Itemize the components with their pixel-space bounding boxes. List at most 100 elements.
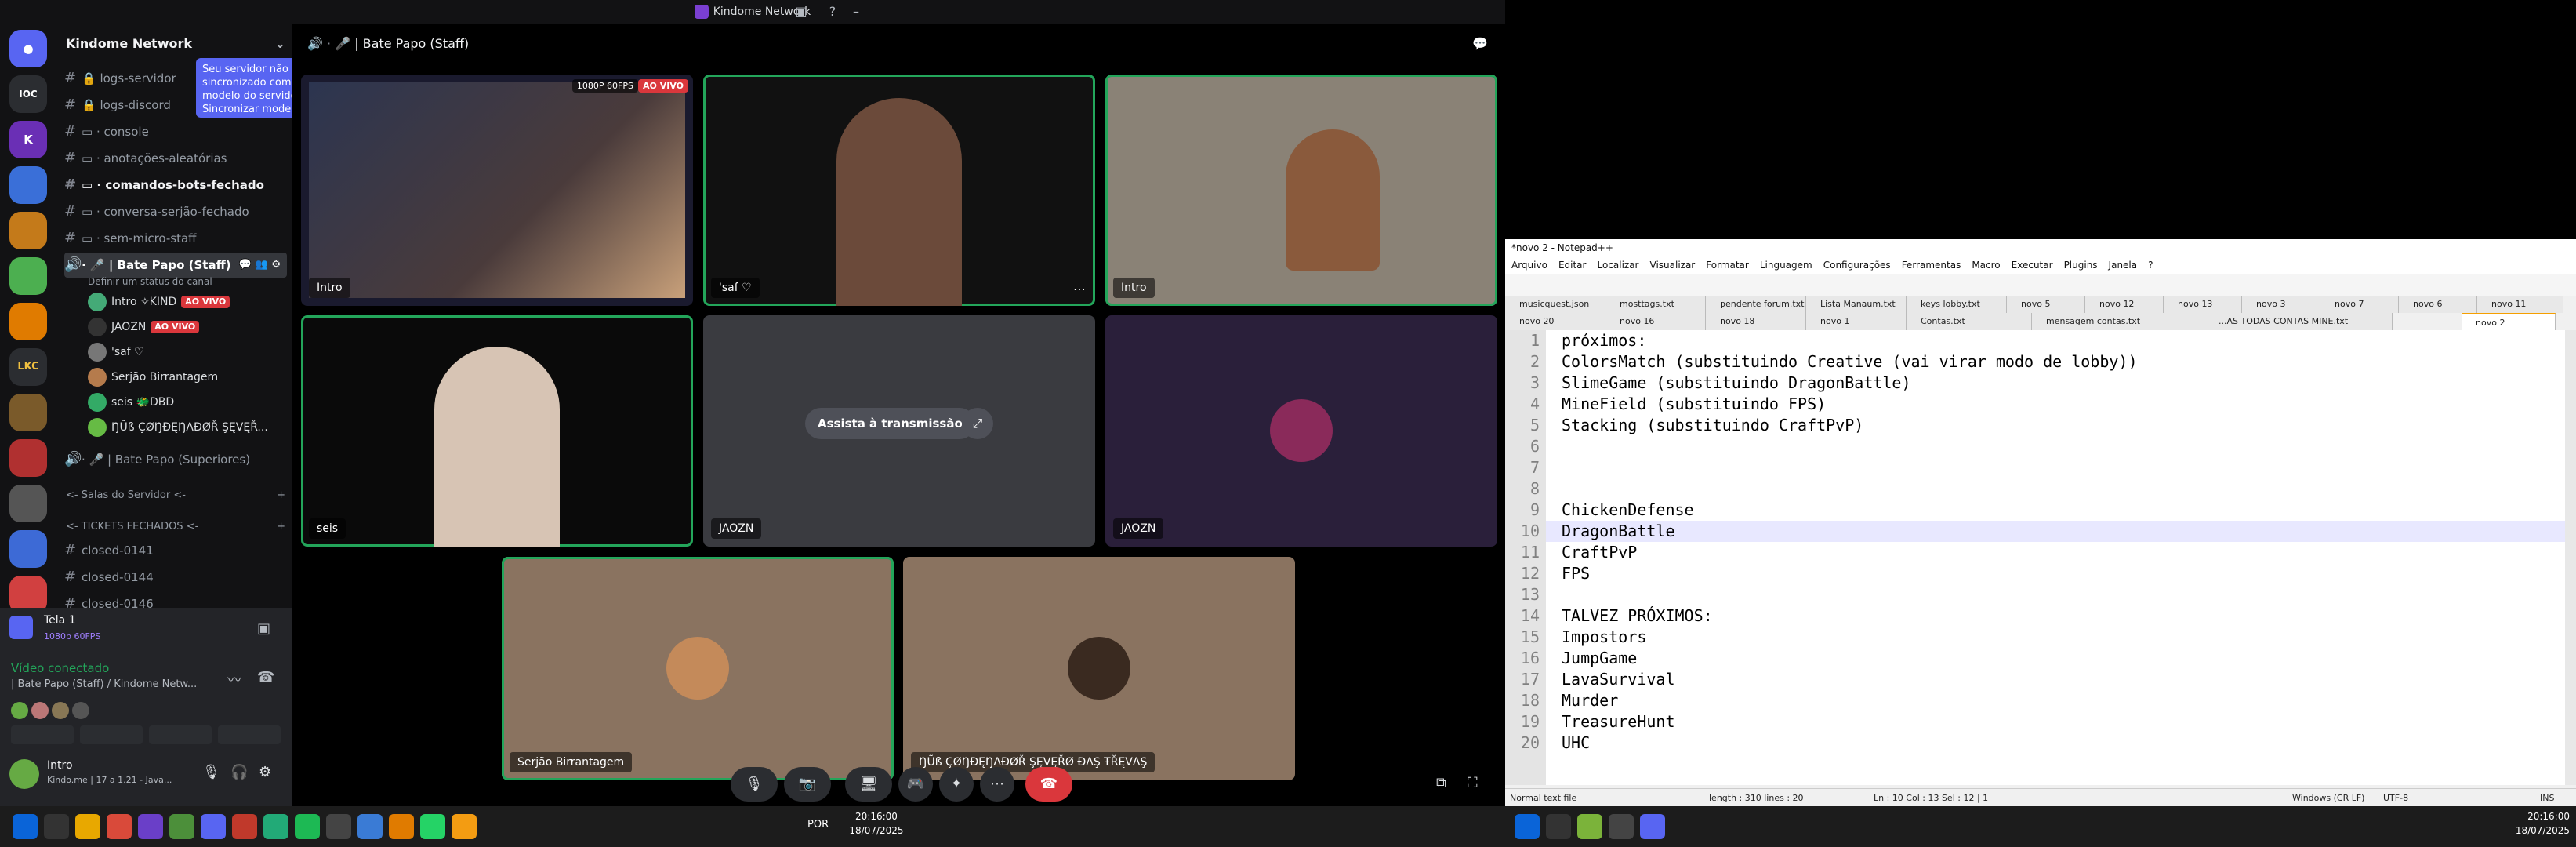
editor[interactable]: 1 2 3 4 5 6 7 8 9 10 11 12 13 14 15 16 17 18 19 20 próximos…	[1505, 330, 2565, 785]
scrollbar[interactable]	[2565, 330, 2576, 785]
code-line[interactable]: próximos:	[1562, 330, 1646, 351]
tab[interactable]: novo 7	[2320, 296, 2399, 313]
tab[interactable]: novo 11	[2477, 296, 2563, 313]
tab[interactable]: novo 18	[1706, 313, 1806, 330]
home-icon[interactable]: ●	[9, 30, 47, 67]
avatar-tile[interactable]: Serjão Birrantagem	[502, 557, 894, 780]
vlc-icon[interactable]	[452, 814, 477, 839]
search-icon[interactable]	[389, 814, 414, 839]
menu-item[interactable]: Formatar	[1706, 260, 1749, 271]
channel-item[interactable]: # ▭ · conversa-serjão-fechado	[64, 199, 287, 224]
code-line[interactable]: TALVEZ PRÓXIMOS:	[1562, 605, 1713, 627]
stream-tile[interactable]: Assista à transmissão ⤢ JAOZN	[703, 315, 1095, 547]
menu-item[interactable]: Ferramentas	[1902, 260, 1961, 271]
clock-date[interactable]: 18/07/2025	[2499, 825, 2570, 836]
tab-active[interactable]: novo 2	[2462, 313, 2556, 330]
more-options-icon[interactable]: ⋯	[1073, 282, 1086, 296]
voice-user[interactable]: Serjão Birrantagem	[88, 365, 284, 389]
app-icon[interactable]	[357, 814, 383, 839]
spotify-icon[interactable]	[295, 814, 320, 839]
voice-channel[interactable]: 🔊· 🎤 | Bate Papo (Superiores)	[64, 447, 287, 472]
code-line[interactable]: FPS	[1562, 563, 1590, 584]
plus-icon[interactable]: +	[277, 486, 285, 505]
server-icon[interactable]	[9, 212, 47, 249]
code-line[interactable]: CraftPvP	[1562, 542, 1637, 563]
voice-user[interactable]: ŊŨß ÇØŊĐĘŊΛĐØŘ ŞĘVĘŘ...	[88, 416, 284, 439]
tab[interactable]: ...AS TODAS CONTAS MINE.txt	[2204, 313, 2393, 330]
voice-channel-active[interactable]: 🔊· 🎤 | Bate Papo (Staff) 💬 👥 ⚙	[64, 253, 287, 278]
tab[interactable]: keys lobby.txt	[1907, 296, 2007, 313]
code-line[interactable]: LavaSurvival	[1562, 669, 1675, 690]
voice-user[interactable]: seis 🐲DBD	[88, 391, 284, 414]
tab[interactable]: novo 20	[1505, 313, 1605, 330]
popout-icon[interactable]: ⧉	[1436, 775, 1446, 791]
menu-item[interactable]: Linguagem	[1760, 260, 1812, 271]
menu-item[interactable]: Macro	[1972, 260, 2000, 271]
tab[interactable]: musicquest.json	[1505, 296, 1605, 313]
tab[interactable]: novo 6	[2399, 296, 2477, 313]
voice-user[interactable]: 'saf ♡	[88, 340, 284, 364]
server-icon[interactable]	[9, 439, 47, 477]
task-view-icon[interactable]	[1546, 814, 1571, 839]
code-line[interactable]: ChickenDefense	[1562, 500, 1694, 521]
code-line[interactable]: TreasureHunt	[1562, 711, 1675, 732]
fullscreen-icon[interactable]: ⛶	[1468, 775, 1478, 791]
server-icon[interactable]	[9, 530, 47, 568]
task-view-icon[interactable]	[44, 814, 69, 839]
tab[interactable]: novo 16	[1605, 313, 1706, 330]
server-icon[interactable]	[9, 303, 47, 340]
code-line[interactable]: Murder	[1562, 690, 1618, 711]
server-icon[interactable]	[9, 485, 47, 522]
camera-button[interactable]	[11, 725, 74, 744]
noise-suppression-icon[interactable]: 〰	[227, 669, 241, 689]
avatar[interactable]	[9, 759, 39, 789]
voice-user[interactable]: Intro ✧KIND AO VIVO	[88, 290, 284, 314]
avatar-tile[interactable]: ŊŨß ÇØŊĐĘŊΛĐØŘ ŞĘVĘŘØ ĐΛŞ ŦŘĘVΛŞ	[903, 557, 1295, 780]
channel-item[interactable]: # ▭ · comandos-bots-fechado	[64, 173, 287, 198]
app-icon[interactable]	[1609, 814, 1634, 839]
watch-stream-button[interactable]: Assista à transmissão	[805, 408, 975, 439]
avatar-tile[interactable]: JAOZN	[1105, 315, 1497, 547]
minecraft-icon[interactable]	[169, 814, 194, 839]
channel-actions-icon[interactable]: 💬 👥 ⚙	[239, 253, 281, 278]
tab[interactable]: mensagem contas.txt	[2032, 313, 2204, 330]
menu-item[interactable]: ?	[2148, 260, 2153, 271]
tab[interactable]: novo 1	[1806, 313, 1907, 330]
notepad-icon[interactable]	[1577, 814, 1602, 839]
menu-item[interactable]: Executar	[2012, 260, 2053, 271]
chat-icon[interactable]: 💬	[1472, 24, 1488, 64]
minimize-icon[interactable]	[822, 0, 856, 24]
whatsapp-icon[interactable]	[420, 814, 445, 839]
video-tile[interactable]: 'saf ♡ ⋯	[703, 75, 1095, 306]
hangup-button[interactable]: ☎	[1025, 767, 1072, 802]
menu-item[interactable]: Editar	[1558, 260, 1587, 271]
inbox-icon[interactable]: ▣	[784, 0, 818, 24]
tab[interactable]: novo 5	[2007, 296, 2085, 313]
server-name[interactable]: Kindome Network ⌄	[66, 31, 285, 56]
code-line[interactable]: Stacking (substituindo CraftPvP)	[1562, 415, 1863, 436]
gear-icon[interactable]: ⚙	[259, 764, 271, 780]
tab[interactable]: Lista Manaum.txt	[1806, 296, 1907, 313]
app-icon[interactable]	[138, 814, 163, 839]
video-tile[interactable]: seis	[301, 315, 693, 547]
channel-item[interactable]: # ▭ · anotações-aleatórias	[64, 146, 287, 171]
stream-tile[interactable]: 1080P 60FPS AO VIVO Intro	[301, 75, 693, 306]
more-options-button[interactable]: ⋯	[980, 767, 1014, 802]
channel-item[interactable]: # ▭ · sem-micro-staff	[64, 226, 287, 251]
channel-status-hint[interactable]: Definir um status do canal	[88, 276, 212, 287]
code-line[interactable]: JumpGame	[1562, 648, 1637, 669]
file-explorer-icon[interactable]	[75, 814, 100, 839]
menu-item[interactable]: Plugins	[2064, 260, 2098, 271]
menu-item[interactable]: Configurações	[1823, 260, 1891, 271]
video-tile[interactable]: Intro	[1105, 75, 1497, 306]
channel-item[interactable]: # closed-0141	[64, 538, 287, 563]
code-line[interactable]: ColorsMatch (substituindo Creative (vai …	[1562, 351, 2138, 373]
tab[interactable]: novo 13	[2164, 296, 2242, 313]
screen-share-button[interactable]	[80, 725, 143, 744]
discord-icon[interactable]	[1640, 814, 1665, 839]
clock-date[interactable]: 18/07/2025	[845, 825, 908, 836]
code-line[interactable]: UHC	[1562, 732, 1590, 754]
tab[interactable]: novo 12	[2085, 296, 2164, 313]
clock-time[interactable]: 20:16:00	[2499, 811, 2570, 822]
menu-item[interactable]: Localizar	[1597, 260, 1638, 271]
